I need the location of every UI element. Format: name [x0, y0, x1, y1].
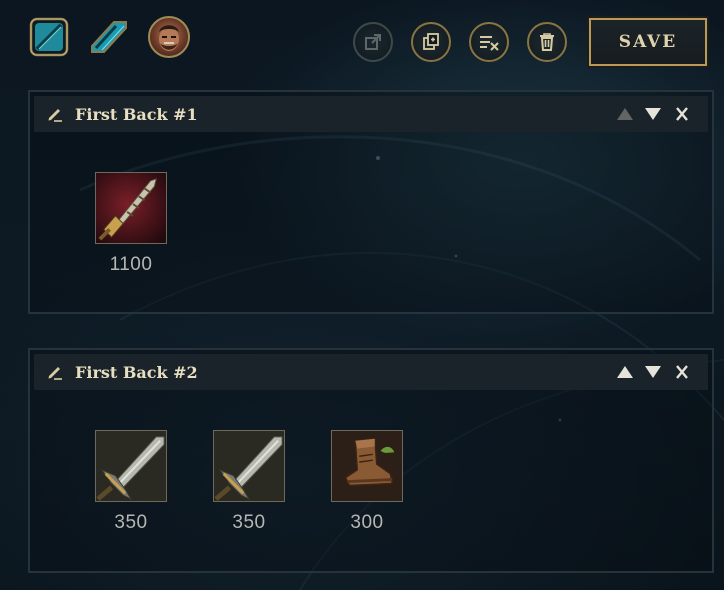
long-sword-icon[interactable]	[95, 430, 167, 502]
item-slot: 350	[94, 430, 168, 534]
item-slot: 350	[212, 430, 286, 534]
external-link-icon	[365, 34, 381, 50]
item-slot: 300	[330, 430, 404, 534]
move-up-icon[interactable]	[616, 364, 634, 380]
copy-icon	[423, 33, 439, 50]
block-header: First Back #2	[34, 354, 708, 390]
clear-button[interactable]	[469, 22, 509, 62]
block-title[interactable]: First Back #2	[75, 363, 198, 382]
item-price: 300	[350, 512, 384, 533]
block-title[interactable]: First Back #1	[75, 105, 198, 124]
item-price: 350	[114, 512, 148, 533]
move-down-icon[interactable]	[644, 364, 662, 380]
duplicate-button[interactable]	[411, 22, 451, 62]
delete-button[interactable]	[527, 22, 567, 62]
boots-icon[interactable]	[331, 430, 403, 502]
champion-portrait[interactable]	[148, 16, 190, 58]
move-up-icon[interactable]	[616, 106, 634, 122]
map-summoners-rift-icon[interactable]	[28, 16, 70, 58]
item-list: 1100	[94, 172, 212, 276]
item-block: First Back #2 350 350 300	[28, 348, 714, 573]
export-button[interactable]	[353, 22, 393, 62]
item-slot: 1100	[94, 172, 168, 276]
pencil-icon[interactable]	[45, 362, 65, 382]
trash-icon	[540, 33, 554, 51]
pencil-icon[interactable]	[45, 104, 65, 124]
clear-list-icon	[480, 36, 499, 51]
champion-face-icon	[159, 25, 179, 51]
block-controls	[616, 354, 692, 390]
save-button[interactable]: SAVE	[587, 16, 709, 68]
long-sword-icon[interactable]	[213, 430, 285, 502]
map-selector	[28, 16, 190, 58]
item-price: 1100	[109, 254, 153, 275]
item-price: 350	[232, 512, 266, 533]
action-toolbar: SAVE	[353, 16, 709, 68]
item-list: 350 350 300	[94, 430, 448, 534]
item-block: First Back #1 1100	[28, 90, 714, 314]
close-icon[interactable]	[672, 364, 692, 380]
close-icon[interactable]	[672, 106, 692, 122]
block-controls	[616, 96, 692, 132]
block-header: First Back #1	[34, 96, 708, 132]
serrated-dirk-icon[interactable]	[95, 172, 167, 244]
move-down-icon[interactable]	[644, 106, 662, 122]
map-howling-abyss-icon[interactable]	[88, 16, 130, 58]
